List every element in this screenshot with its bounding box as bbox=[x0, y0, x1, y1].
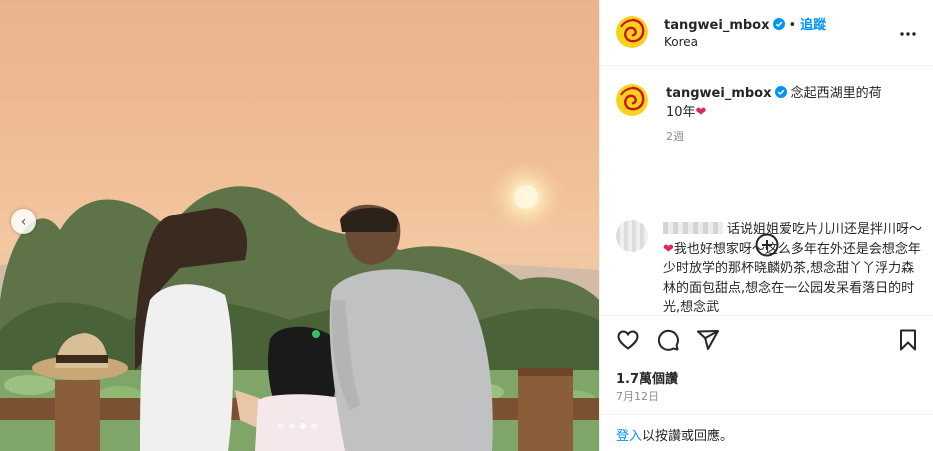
action-bar bbox=[600, 315, 933, 363]
caption-body: 念起西湖里的荷 bbox=[790, 86, 882, 101]
verified-badge-icon bbox=[772, 18, 785, 30]
login-link[interactable]: 登入 bbox=[616, 429, 642, 444]
comment-item: 话说姐姐爱吃片儿川还是拌川呀～ ❤我也好想家呀～这么多年在外还是会想念年少时放学… bbox=[600, 212, 933, 315]
carousel-prev-button[interactable]: ‹ bbox=[11, 209, 36, 234]
avatar[interactable] bbox=[616, 84, 648, 116]
comment-body-part1: 话说姐姐爱吃片儿川还是拌川呀～ bbox=[727, 222, 923, 237]
post-side-panel: tangwei_mbox • 追蹤 Korea tangwei_mbox 念起西湖里… bbox=[599, 0, 933, 451]
follow-button[interactable]: 追蹤 bbox=[800, 18, 826, 33]
avatar-image bbox=[616, 84, 648, 116]
post-photo[interactable]: ‹ bbox=[0, 0, 599, 451]
location-link[interactable]: Korea bbox=[664, 35, 698, 49]
heart-icon[interactable] bbox=[616, 328, 640, 352]
carousel-dot bbox=[278, 423, 284, 429]
carousel-dot-active bbox=[300, 423, 306, 429]
carousel-dot bbox=[311, 423, 317, 429]
comment-text: 话说姐姐爱吃片儿川还是拌川呀～ ❤我也好想家呀～这么多年在外还是会想念年少时放学… bbox=[663, 220, 923, 315]
bookmark-icon[interactable] bbox=[896, 328, 920, 352]
comment-body-part2: 我也好想家呀～这么多年在外还是会想念年少时放学的那杯晓麟奶茶,想念甜丫丫浮力森林… bbox=[663, 241, 921, 316]
login-prompt: 登入以按讚或回應。 bbox=[600, 414, 933, 451]
post-header: tangwei_mbox • 追蹤 Korea bbox=[600, 0, 933, 66]
header-separator: • bbox=[788, 18, 797, 33]
carousel-indicator bbox=[278, 423, 317, 429]
comment-icon[interactable] bbox=[656, 328, 680, 352]
avatar-image bbox=[616, 16, 648, 48]
photo-scene bbox=[0, 159, 599, 451]
heart-emoji: ❤ bbox=[663, 241, 674, 257]
caption-text: tangwei_mbox 念起西湖里的荷 10年❤ bbox=[666, 84, 916, 122]
login-prompt-text: 登入以按讚或回應。 bbox=[616, 425, 733, 444]
header-userline: tangwei_mbox • 追蹤 bbox=[664, 14, 826, 33]
post-date[interactable]: 7月12日 bbox=[616, 388, 659, 404]
caption-username[interactable]: tangwei_mbox bbox=[666, 86, 772, 101]
avatar[interactable] bbox=[616, 16, 648, 48]
caption-body-line2: 10年 bbox=[666, 105, 696, 120]
heart-emoji: ❤ bbox=[695, 105, 707, 120]
header-username[interactable]: tangwei_mbox bbox=[664, 18, 770, 33]
carousel-dot bbox=[289, 423, 295, 429]
verified-badge-icon bbox=[774, 86, 787, 98]
more-icon[interactable] bbox=[900, 24, 916, 38]
share-icon[interactable] bbox=[696, 328, 720, 352]
post-time[interactable]: 2週 bbox=[666, 128, 684, 144]
chevron-left-icon: ‹ bbox=[20, 213, 27, 230]
like-count[interactable]: 1.7萬個讚 bbox=[616, 368, 678, 387]
commenter-avatar-blurred[interactable] bbox=[616, 220, 648, 252]
commenter-name-blurred[interactable] bbox=[663, 222, 723, 234]
login-prompt-rest: 以按讚或回應。 bbox=[642, 429, 734, 444]
